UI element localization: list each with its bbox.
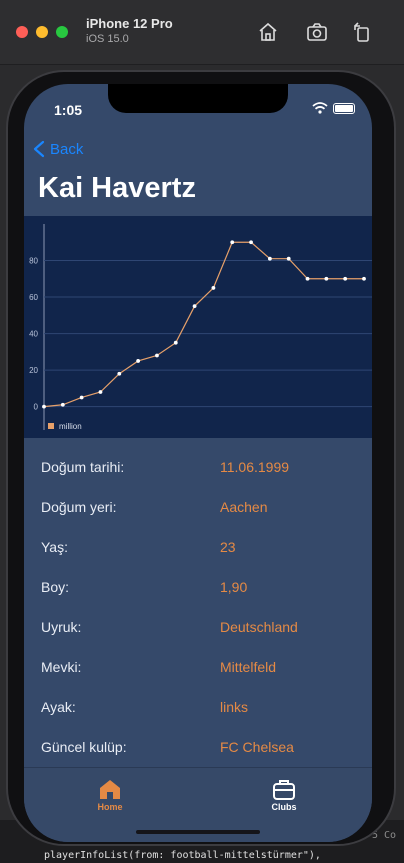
data-point bbox=[249, 240, 253, 245]
info-row: Doğum yeri: Aachen bbox=[41, 499, 361, 539]
data-point bbox=[173, 340, 178, 345]
data-point bbox=[117, 371, 122, 376]
data-point bbox=[60, 402, 65, 407]
data-point bbox=[42, 404, 46, 409]
chevron-left-icon bbox=[33, 140, 45, 158]
legend-label: million bbox=[59, 422, 82, 431]
y-tick-label: 80 bbox=[29, 257, 38, 266]
data-point bbox=[211, 286, 216, 290]
status-icons bbox=[312, 102, 355, 114]
data-point bbox=[267, 256, 272, 261]
market-value-chart: 0 20 40 60 80 million bbox=[24, 216, 372, 438]
briefcase-icon bbox=[273, 780, 295, 800]
screenshot-camera-icon[interactable] bbox=[305, 20, 329, 44]
minimize-window-button[interactable] bbox=[36, 26, 48, 38]
status-time: 1:05 bbox=[54, 102, 83, 118]
info-row: Ayak: links bbox=[41, 699, 361, 739]
tab-clubs-label: Clubs bbox=[271, 802, 297, 812]
info-row: Yaş: 23 bbox=[41, 539, 361, 579]
simulator-toolbar: iPhone 12 Pro iOS 15.0 bbox=[0, 0, 404, 65]
data-point bbox=[324, 276, 329, 281]
tab-home[interactable]: Home bbox=[70, 778, 150, 812]
tab-clubs[interactable]: Clubs bbox=[244, 778, 324, 812]
info-label: Güncel kulüp: bbox=[41, 739, 127, 755]
battery-icon bbox=[333, 102, 355, 114]
home-button-icon[interactable] bbox=[256, 20, 280, 44]
os-version: iOS 15.0 bbox=[86, 33, 129, 45]
y-tick-label: 20 bbox=[29, 366, 38, 375]
data-point bbox=[362, 276, 366, 281]
phone-screen: 1:05 Back Kai Havertz 0 20 40 60 80 million D… bbox=[24, 84, 372, 842]
info-row: Uyruk: Deutschland bbox=[41, 619, 361, 659]
info-value: links bbox=[220, 699, 249, 715]
data-point bbox=[343, 276, 348, 281]
info-label: Yaş: bbox=[41, 539, 68, 555]
legend-swatch bbox=[48, 423, 54, 429]
tab-home-label: Home bbox=[97, 802, 123, 812]
info-label: Ayak: bbox=[41, 699, 76, 715]
info-value: FC Chelsea bbox=[220, 739, 294, 755]
info-label: Doğum tarihi: bbox=[41, 459, 125, 475]
info-value: 1,90 bbox=[220, 579, 248, 595]
info-value: Aachen bbox=[220, 499, 268, 515]
info-row: Mevki: Mittelfeld bbox=[41, 659, 361, 699]
wifi-icon bbox=[312, 102, 328, 114]
code-line: playerInfoList(from: football-mittelstür… bbox=[44, 850, 321, 861]
info-label: Mevki: bbox=[41, 659, 82, 675]
back-button[interactable]: Back bbox=[32, 140, 83, 158]
data-point bbox=[98, 390, 103, 394]
data-point bbox=[136, 359, 141, 363]
info-row: Doğum tarihi: 11.06.1999 bbox=[41, 459, 361, 499]
device-name: iPhone 12 Pro bbox=[86, 16, 173, 31]
info-label: Uyruk: bbox=[41, 619, 82, 635]
data-point bbox=[192, 304, 197, 309]
close-window-button[interactable] bbox=[16, 26, 28, 38]
back-label: Back bbox=[50, 140, 84, 158]
zoom-window-button[interactable] bbox=[56, 26, 68, 38]
page-title: Kai Havertz bbox=[38, 172, 196, 204]
notch bbox=[108, 84, 288, 113]
data-point bbox=[79, 395, 84, 400]
info-row: Boy: 1,90 bbox=[41, 579, 361, 619]
y-tick-label: 0 bbox=[34, 403, 39, 412]
info-label: Boy: bbox=[41, 579, 70, 595]
data-point bbox=[230, 240, 235, 245]
y-tick-label: 40 bbox=[29, 330, 38, 339]
house-icon bbox=[100, 780, 120, 799]
info-value: 11.06.1999 bbox=[220, 459, 290, 475]
chart-svg: 0 20 40 60 80 million bbox=[29, 224, 372, 431]
info-value: Mittelfeld bbox=[220, 659, 277, 675]
home-indicator bbox=[136, 830, 260, 834]
player-info-list: Doğum tarihi: 11.06.1999 Doğum yeri: Aachen… bbox=[41, 459, 361, 779]
info-value: Deutschland bbox=[220, 619, 298, 635]
data-point bbox=[305, 276, 310, 281]
y-tick-label: 60 bbox=[29, 293, 38, 302]
rotate-device-icon[interactable] bbox=[350, 20, 374, 44]
data-point bbox=[286, 256, 291, 261]
data-point bbox=[155, 353, 159, 358]
info-label: Doğum yeri: bbox=[41, 499, 117, 515]
series-line bbox=[43, 241, 364, 408]
info-value: 23 bbox=[220, 539, 236, 555]
